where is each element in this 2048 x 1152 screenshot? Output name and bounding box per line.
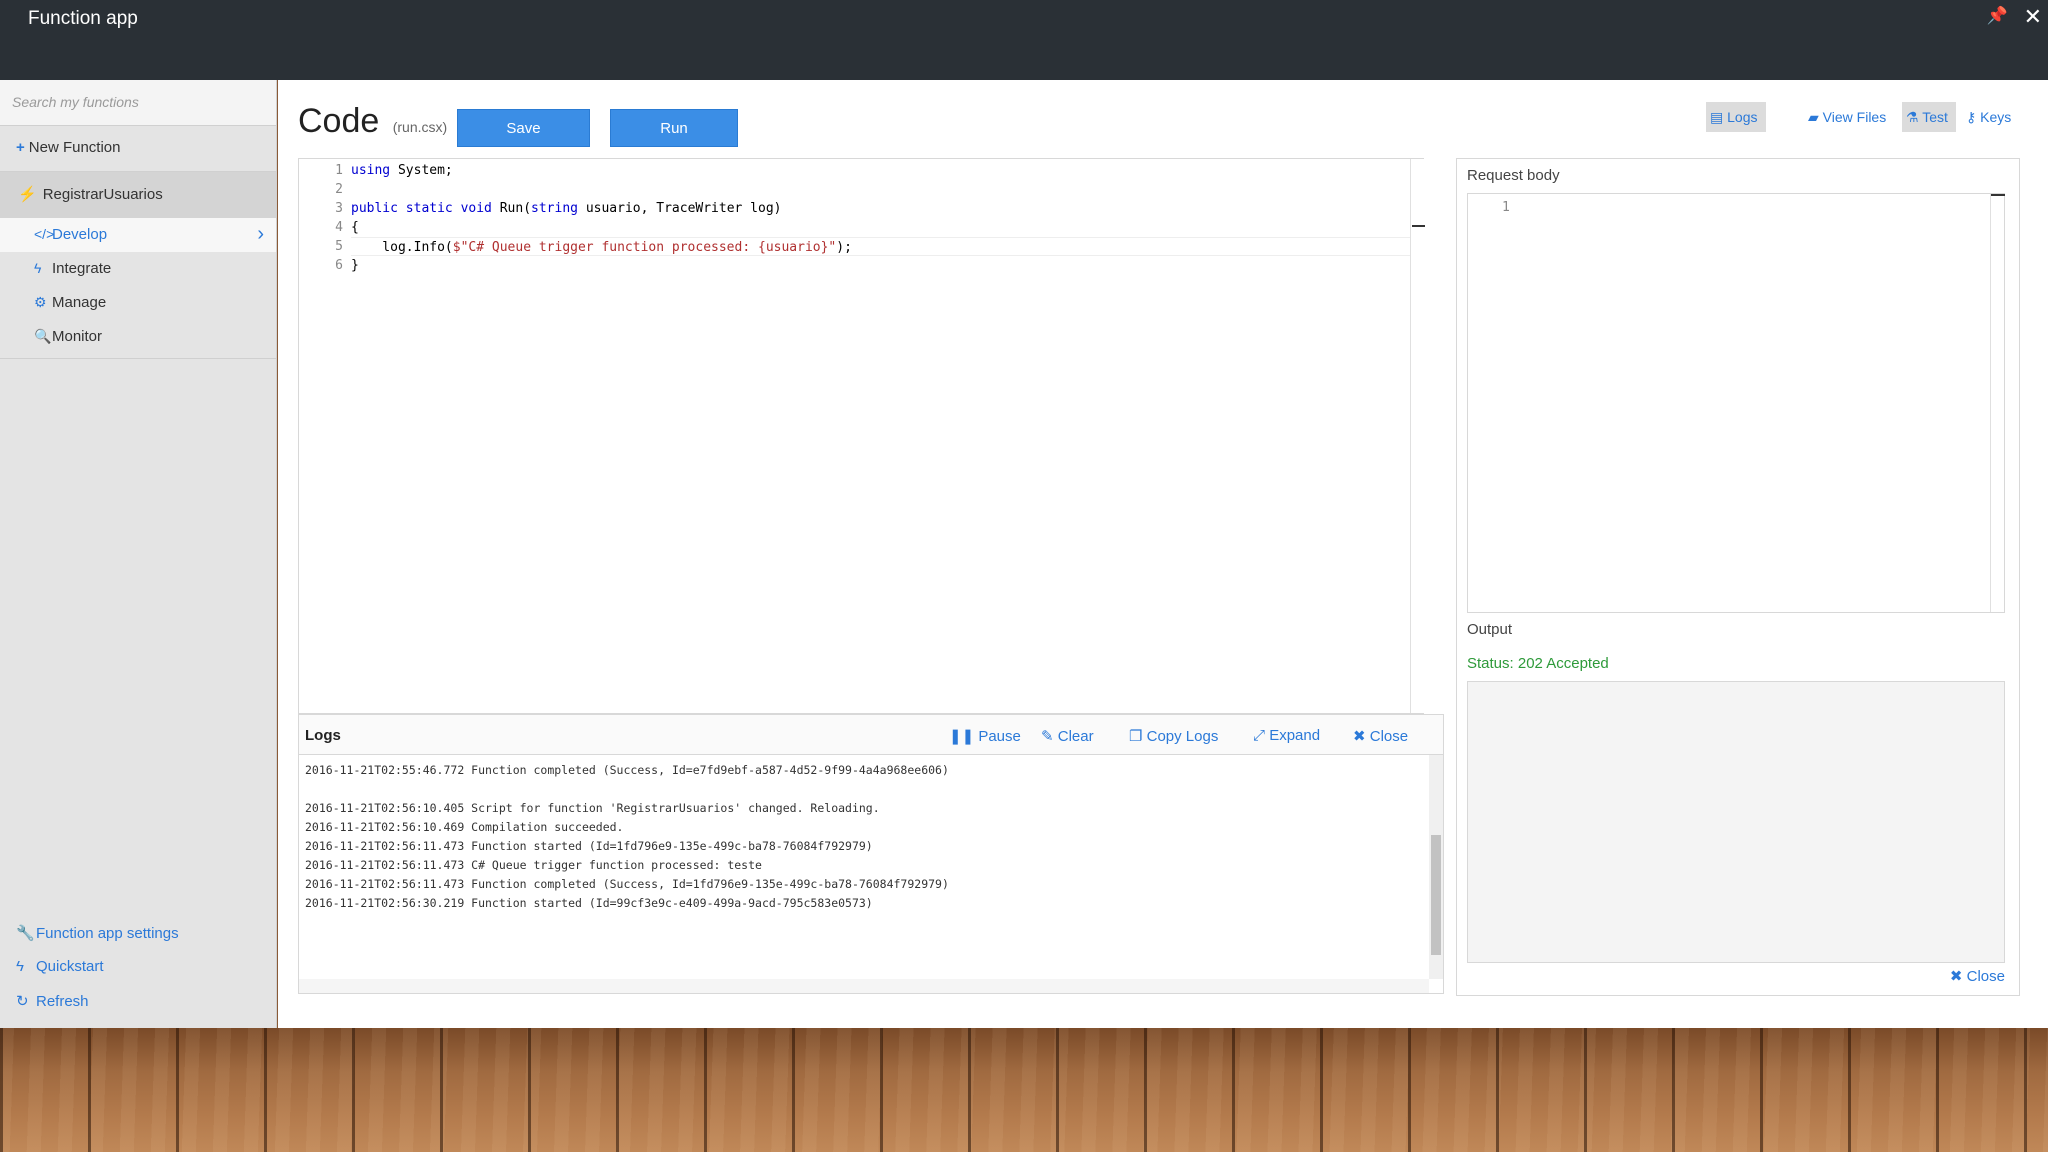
pause-button[interactable]: ❚❚ Pause — [949, 727, 1021, 745]
link-label: Refresh — [36, 993, 89, 1010]
pause-icon: ❚❚ — [949, 728, 975, 745]
run-button[interactable]: Run — [610, 109, 738, 147]
link-label: Quickstart — [36, 958, 104, 975]
page-title: Code (run.csx) — [298, 102, 448, 140]
close-icon: ✖ — [1353, 728, 1366, 745]
log-line: 2016-11-21T02:56:11.473 Function started… — [305, 839, 873, 853]
function-app-settings-link[interactable]: 🔧Function app settings — [0, 916, 276, 950]
eraser-icon: ✎ — [1041, 728, 1054, 745]
request-body-editor[interactable]: 1 — [1467, 193, 2005, 613]
logs-icon: ▤ — [1710, 109, 1724, 125]
logs-panel: Logs ❚❚ Pause ✎ Clear ❐ Copy Logs ⤢ Expa… — [298, 714, 1444, 994]
refresh-link[interactable]: ↻ Refresh — [0, 984, 276, 1018]
title-bar: Function app 📌 ✕ — [0, 0, 2048, 80]
function-subnav: </>Develop › ϟ Integrate ⚙ Manage 🔍Monitor — [0, 218, 276, 359]
code-line: { — [351, 220, 359, 235]
logs-close-button[interactable]: ✖ Close — [1353, 727, 1408, 745]
plus-icon: + — [16, 139, 25, 156]
line-number: 1 — [1502, 200, 1510, 215]
log-line: 2016-11-21T02:55:46.772 Function complet… — [305, 763, 949, 777]
logs-toggle-button[interactable]: ▤ Logs — [1706, 102, 1766, 132]
code-line: log.Info($"C# Queue trigger function pro… — [351, 237, 1410, 256]
log-line: 2016-11-21T02:56:10.469 Compilation succ… — [305, 820, 624, 834]
output-label: Output — [1467, 621, 1513, 638]
request-body-label: Request body — [1467, 167, 1560, 184]
key-icon: ⚷ — [1966, 109, 1977, 125]
sidebar: Search my functions + New Function ⚡ Regis… — [0, 80, 277, 1028]
sidebar-item-label: Monitor — [52, 328, 103, 345]
file-name: (run.csx) — [392, 119, 448, 135]
window-title: Function app — [28, 8, 138, 29]
code-line: public static void Run(string usuario, T… — [351, 201, 782, 216]
wrench-icon: 🔧 — [16, 925, 35, 942]
folder-icon: ▰ — [1808, 109, 1819, 125]
editor-scrollbar[interactable] — [1410, 159, 1425, 713]
logs-vertical-scrollbar[interactable] — [1429, 755, 1443, 979]
output-box — [1467, 681, 2005, 963]
sidebar-footer: 🔧Function app settings ϟ Quickstart ↻ Refr… — [0, 916, 276, 1018]
save-button[interactable]: Save — [457, 109, 590, 147]
quickstart-link[interactable]: ϟ Quickstart — [0, 950, 276, 984]
copy-icon: ❐ — [1129, 728, 1143, 745]
test-close-button[interactable]: ✖ Close — [1950, 967, 2005, 985]
sidebar-item-manage[interactable]: ⚙ Manage — [0, 286, 276, 320]
sidebar-item-label: Integrate — [52, 260, 112, 277]
sidebar-item-develop[interactable]: </>Develop › — [0, 218, 276, 252]
test-panel: Request body 1 Output Status: 202 Accept… — [1456, 158, 2020, 996]
close-icon[interactable]: ✕ — [2024, 4, 2042, 30]
search-icon: 🔍 — [34, 328, 52, 344]
bolt-icon: ϟ — [16, 958, 24, 975]
sidebar-item-integrate[interactable]: ϟ Integrate — [0, 252, 276, 286]
expand-icon: ⤢ — [1253, 727, 1266, 744]
new-function-label: New Function — [28, 139, 121, 156]
copy-logs-button[interactable]: ❐ Copy Logs — [1129, 727, 1218, 745]
refresh-icon: ↻ — [16, 993, 29, 1010]
close-icon: ✖ — [1949, 968, 1963, 985]
main-panel: Code (run.csx) Save Run ▤ Logs ▰ View Fi… — [278, 80, 2048, 1028]
function-icon: ⚡ — [18, 186, 37, 203]
code-line: using System; — [351, 163, 453, 178]
sidebar-item-monitor[interactable]: 🔍Monitor — [0, 320, 276, 354]
clear-button[interactable]: ✎ Clear — [1041, 727, 1094, 745]
link-label: Function app settings — [36, 925, 179, 942]
status-text: Status: 202 Accepted — [1467, 655, 1609, 672]
search-input[interactable]: Search my functions — [0, 80, 276, 126]
code-line: } — [351, 258, 359, 273]
bolt-icon: ϟ — [34, 260, 42, 276]
logs-header: Logs ❚❚ Pause ✎ Clear ❐ Copy Logs ⤢ Expa… — [299, 715, 1443, 755]
sidebar-item-label: Develop — [52, 226, 108, 243]
log-line: 2016-11-21T02:56:11.473 Function complet… — [305, 877, 949, 891]
sidebar-item-label: Manage — [52, 294, 107, 311]
view-files-button[interactable]: ▰ View Files — [1804, 102, 1892, 132]
logs-title: Logs — [305, 727, 341, 744]
function-name: RegistrarUsuarios — [42, 186, 163, 203]
line-numbers: 1 2 3 4 5 6 — [335, 163, 343, 273]
expand-button[interactable]: ⤢ Expand — [1253, 727, 1320, 744]
function-item-registrarusuarios[interactable]: ⚡ RegistrarUsuarios — [0, 172, 276, 218]
pin-icon[interactable]: 📌 — [1987, 6, 2008, 26]
test-button[interactable]: ⚗ Test — [1902, 102, 1956, 132]
keys-button[interactable]: ⚷ Keys — [1962, 102, 2020, 132]
new-function-button[interactable]: + New Function — [0, 126, 276, 172]
logs-content: 2016-11-21T02:55:46.772 Function complet… — [299, 755, 1429, 979]
code-editor[interactable]: 1 2 3 4 5 6 using System; public static … — [298, 158, 1425, 714]
gear-icon: ⚙ — [34, 294, 47, 310]
logs-horizontal-scrollbar[interactable] — [299, 979, 1429, 993]
log-line: 2016-11-21T02:56:30.219 Function started… — [305, 896, 873, 910]
flask-icon: ⚗ — [1906, 109, 1919, 125]
request-scrollbar[interactable] — [1990, 194, 2005, 612]
log-line: 2016-11-21T02:56:10.405 Script for funct… — [305, 801, 880, 815]
wood-floor-background — [0, 1028, 2048, 1152]
chevron-right-icon: › — [257, 223, 264, 245]
code-content[interactable]: using System; public static void Run(str… — [351, 161, 1410, 275]
code-icon: </> — [34, 226, 55, 242]
log-line: 2016-11-21T02:56:11.473 C# Queue trigger… — [305, 858, 762, 872]
